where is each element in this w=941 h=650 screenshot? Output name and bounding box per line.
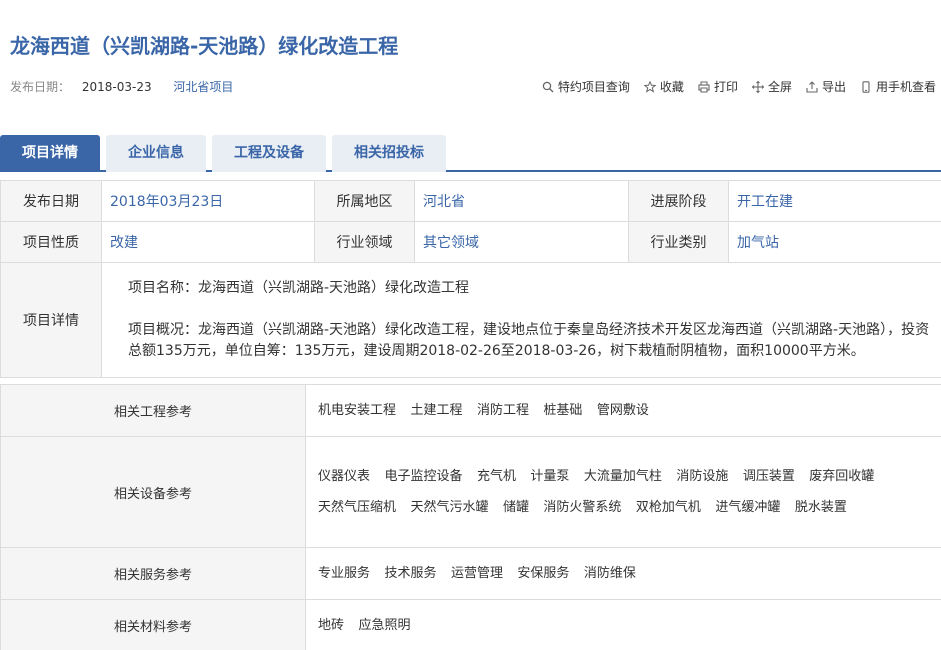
related-reference-table: 相关工程参考 机电安装工程 土建工程 消防工程 桩基础 管网敷设 相关设备参考 …: [0, 384, 941, 650]
region-cell[interactable]: 河北省: [414, 180, 629, 222]
table-row: 项目性质 改建 行业领域 其它领域 行业类别 加气站: [0, 221, 941, 263]
toolbar-label: 收藏: [659, 80, 684, 94]
export-button[interactable]: 导出: [806, 78, 846, 95]
related-item[interactable]: 土建工程: [410, 396, 462, 426]
related-item[interactable]: 机电安装工程: [318, 396, 396, 426]
toolbar-label: 打印: [713, 80, 738, 94]
related-item[interactable]: 调压装置: [743, 462, 795, 492]
table-row: 项目详情 项目名称：龙海西道（兴凯湖路-天池路）绿化改造工程 项目概况：龙海西道…: [0, 262, 941, 378]
special-project-query-button[interactable]: 特约项目查询: [542, 78, 630, 95]
toolbar: 特约项目查询 收藏 打印 全屏 导出 用手机查看: [542, 78, 936, 95]
related-item[interactable]: 应急照明: [358, 611, 410, 641]
printer-icon: [698, 81, 710, 92]
toolbar-label: 特约项目查询: [557, 80, 630, 94]
nature-cell[interactable]: 改建: [101, 221, 315, 263]
related-item[interactable]: 大流量加气柱: [584, 462, 662, 492]
related-item[interactable]: 运营管理: [451, 559, 503, 589]
related-item[interactable]: 技术服务: [384, 559, 436, 589]
search-icon: [542, 81, 554, 92]
project-detail-cell: 项目名称：龙海西道（兴凯湖路-天池路）绿化改造工程 项目概况：龙海西道（兴凯湖路…: [101, 262, 941, 378]
related-equipment-key: 相关设备参考: [0, 436, 306, 548]
toolbar-label: 用手机查看: [875, 80, 936, 94]
related-materials-list: 地砖 应急照明: [305, 599, 941, 650]
related-item[interactable]: 充气机: [477, 462, 516, 492]
tab-project-detail[interactable]: 项目详情: [0, 135, 100, 172]
related-item[interactable]: 脱水装置: [795, 493, 847, 523]
view-on-mobile-button[interactable]: 用手机查看: [860, 78, 936, 95]
publish-meta: 发布日期： 2018-03-23 河北省项目: [10, 78, 233, 95]
favorite-button[interactable]: 收藏: [643, 78, 684, 95]
field-cell[interactable]: 其它领域: [414, 221, 629, 263]
related-item[interactable]: 消防设施: [676, 462, 728, 492]
related-services-key: 相关服务参考: [0, 547, 306, 600]
page-title: 龙海西道（兴凯湖路-天池路）绿化改造工程: [10, 34, 399, 58]
related-item[interactable]: 仪器仪表: [318, 462, 370, 492]
related-item[interactable]: 地砖: [318, 611, 344, 641]
related-materials-key: 相关材料参考: [0, 599, 306, 650]
category-key: 行业类别: [628, 221, 729, 263]
region-key: 所属地区: [314, 180, 415, 222]
related-services-list: 专业服务 技术服务 运营管理 安保服务 消防维保: [305, 547, 941, 600]
field-key: 行业领域: [314, 221, 415, 263]
related-item[interactable]: 废弃回收罐: [809, 462, 874, 492]
related-item[interactable]: 天然气污水罐: [410, 493, 488, 523]
print-button[interactable]: 打印: [698, 78, 738, 95]
related-item[interactable]: 桩基础: [543, 396, 582, 426]
tab-bar: 项目详情 企业信息 工程及设备 相关招投标: [0, 135, 941, 172]
star-icon: [643, 80, 656, 93]
nature-key: 项目性质: [0, 221, 102, 263]
related-item[interactable]: 天然气压缩机: [318, 493, 396, 523]
stage-key: 进展阶段: [628, 180, 729, 222]
project-detail-key: 项目详情: [0, 262, 102, 378]
related-item[interactable]: 专业服务: [318, 559, 370, 589]
publish-date-label: 发布日期：: [10, 80, 71, 94]
related-item[interactable]: 安保服务: [517, 559, 569, 589]
tab-company-info[interactable]: 企业信息: [106, 135, 206, 172]
related-equipment-list: 仪器仪表 电子监控设备 充气机 计量泵 大流量加气柱 消防设施 调压装置 废弃回…: [305, 436, 941, 548]
table-row: 相关设备参考 仪器仪表 电子监控设备 充气机 计量泵 大流量加气柱 消防设施 调…: [0, 436, 941, 548]
table-row: 发布日期 2018年03月23日 所属地区 河北省 进展阶段 开工在建: [0, 180, 941, 222]
stage-cell[interactable]: 开工在建: [728, 180, 941, 222]
export-icon: [806, 80, 818, 93]
related-item[interactable]: 电子监控设备: [384, 462, 462, 492]
toolbar-label: 导出: [821, 80, 846, 94]
fullscreen-icon: [751, 80, 764, 93]
category-cell[interactable]: 加气站: [728, 221, 941, 263]
related-item[interactable]: 储罐: [503, 493, 529, 523]
project-name-text: 项目名称：龙海西道（兴凯湖路-天池路）绿化改造工程: [128, 280, 470, 296]
related-item[interactable]: 进气缓冲罐: [715, 493, 780, 523]
fullscreen-button[interactable]: 全屏: [751, 78, 792, 95]
related-item[interactable]: 消防火警系统: [543, 493, 621, 523]
publish-date-value: 2018-03-23: [81, 80, 152, 94]
table-row: 相关工程参考 机电安装工程 土建工程 消防工程 桩基础 管网敷设: [0, 384, 941, 437]
tab-related-bidding[interactable]: 相关招投标: [332, 135, 446, 172]
related-item[interactable]: 消防维保: [584, 559, 636, 589]
related-item[interactable]: 消防工程: [477, 396, 529, 426]
toolbar-label: 全屏: [767, 80, 792, 94]
related-item[interactable]: 计量泵: [530, 462, 569, 492]
table-row: 相关材料参考 地砖 应急照明: [0, 599, 941, 650]
project-summary-text: 项目概况：龙海西道（兴凯湖路-天池路）绿化改造工程，建设地点位于秦皇岛经济技术开…: [128, 322, 930, 359]
related-item[interactable]: 双枪加气机: [636, 493, 701, 523]
region-project-link[interactable]: 河北省项目: [173, 80, 233, 94]
related-item[interactable]: 管网敷设: [597, 396, 649, 426]
publish-date-cell: 2018年03月23日: [101, 180, 315, 222]
table-row: 相关服务参考 专业服务 技术服务 运营管理 安保服务 消防维保: [0, 547, 941, 600]
related-engineering-list: 机电安装工程 土建工程 消防工程 桩基础 管网敷设: [305, 384, 941, 437]
project-info-table: 发布日期 2018年03月23日 所属地区 河北省 进展阶段 开工在建 项目性质…: [0, 180, 941, 378]
publish-date-key: 发布日期: [0, 180, 102, 222]
related-engineering-key: 相关工程参考: [0, 384, 306, 437]
tab-engineering-equipment[interactable]: 工程及设备: [212, 135, 326, 172]
mobile-icon: [862, 80, 870, 93]
